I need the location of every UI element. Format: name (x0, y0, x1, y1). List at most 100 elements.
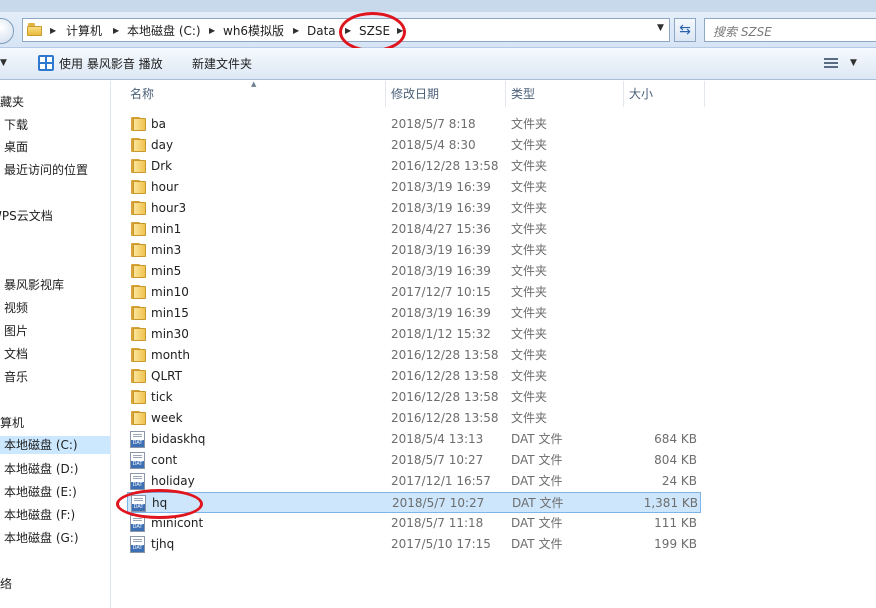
nav-item-downloads[interactable]: 下载 (4, 116, 28, 134)
breadcrumb-separator-icon[interactable]: ▶ (50, 23, 56, 39)
file-type: DAT 文件 (511, 516, 563, 530)
file-type: DAT 文件 (512, 496, 564, 510)
address-dropdown-icon[interactable]: ▼ (657, 23, 664, 33)
file-size (601, 284, 697, 301)
search-placeholder: 搜索 SZSE (713, 25, 772, 39)
file-size: 684 KB (654, 432, 697, 446)
column-divider[interactable] (704, 81, 705, 107)
file-type: DAT 文件 (511, 537, 563, 551)
nav-item-pictures[interactable]: 图片 (4, 322, 28, 340)
file-row[interactable]: week 2016/12/28 13:58 文件夹 (127, 408, 701, 429)
column-header-size[interactable]: 大小 (629, 81, 653, 107)
nav-item-drive-g[interactable]: 本地磁盘 (G:) (4, 529, 79, 547)
column-divider[interactable] (505, 81, 506, 107)
file-type: 文件夹 (511, 285, 548, 299)
file-row[interactable]: Drk 2016/12/28 13:58 文件夹 (127, 156, 701, 177)
breadcrumb-separator-icon[interactable]: ▶ (293, 23, 299, 39)
breadcrumb-separator-icon[interactable]: ▶ (209, 23, 215, 39)
organize-dropdown-icon[interactable]: ▼ (0, 58, 7, 68)
folder-icon (131, 264, 146, 278)
file-size (601, 179, 697, 196)
file-row[interactable]: DAT hq 2018/5/7 10:27 DAT 文件 1,381 KB (127, 492, 701, 513)
file-type: 文件夹 (511, 201, 548, 215)
window-top-strip (0, 0, 876, 12)
file-row[interactable]: month 2016/12/28 13:58 文件夹 (127, 345, 701, 366)
nav-item-videos[interactable]: 视频 (4, 299, 28, 317)
file-name: min3 (151, 243, 182, 257)
breadcrumb-computer[interactable]: 计算机 (66, 23, 102, 39)
file-row[interactable]: min15 2018/3/19 16:39 文件夹 (127, 303, 701, 324)
breadcrumb-separator-icon[interactable]: ▶ (113, 23, 119, 39)
column-header-type[interactable]: 类型 (511, 81, 535, 107)
refresh-icon: ⇆ (679, 22, 691, 38)
nav-item-drive-e[interactable]: 本地磁盘 (E:) (4, 483, 77, 501)
file-size (601, 221, 697, 238)
search-input[interactable]: 搜索 SZSE (704, 18, 876, 42)
file-row[interactable]: day 2018/5/4 8:30 文件夹 (127, 135, 701, 156)
nav-item-recent[interactable]: 最近访问的位置 (4, 161, 88, 179)
breadcrumb-data[interactable]: Data (307, 23, 336, 39)
folder-icon (131, 411, 146, 425)
breadcrumb-szse[interactable]: SZSE (359, 23, 390, 39)
new-folder-button[interactable]: 新建文件夹 (192, 56, 252, 72)
column-header-name[interactable]: 名称 (130, 81, 154, 107)
nav-item-drive-c[interactable]: 本地磁盘 (C:) (0, 436, 110, 454)
nav-item-drive-f[interactable]: 本地磁盘 (F:) (4, 506, 75, 524)
dat-icon-label: DAT (131, 461, 144, 468)
file-date: 2017/12/1 16:57 (391, 474, 491, 488)
column-header-date[interactable]: 修改日期 (391, 81, 439, 107)
breadcrumb-separator-icon[interactable]: ▶ (345, 23, 351, 39)
file-name: hour (151, 180, 179, 194)
file-date: 2018/3/19 16:39 (391, 264, 491, 278)
play-with-baofeng-button[interactable]: 使用 暴风影音 播放 (59, 56, 163, 72)
folder-icon (131, 117, 146, 131)
nav-item-music[interactable]: 音乐 (4, 368, 28, 386)
file-row[interactable]: DAT tjhq 2017/5/10 17:15 DAT 文件 199 KB (127, 534, 701, 555)
file-name: min1 (151, 222, 182, 236)
file-row[interactable]: min3 2018/3/19 16:39 文件夹 (127, 240, 701, 261)
file-date: 2018/5/7 8:18 (391, 117, 476, 131)
file-row[interactable]: DAT bidaskhq 2018/5/4 13:13 DAT 文件 684 KB (127, 429, 701, 450)
file-date: 2018/5/4 13:13 (391, 432, 484, 446)
file-row[interactable]: hour3 2018/3/19 16:39 文件夹 (127, 198, 701, 219)
nav-item-baofeng-library[interactable]: 暴风影视库 (4, 276, 64, 294)
nav-item-desktop[interactable]: 桌面 (4, 138, 28, 156)
nav-item-drive-d[interactable]: 本地磁盘 (D:) (4, 460, 78, 478)
view-options-icon[interactable] (824, 58, 838, 69)
file-date: 2017/12/7 10:15 (391, 285, 491, 299)
refresh-button[interactable]: ⇆ (674, 18, 696, 42)
column-divider[interactable] (385, 81, 386, 107)
nav-network[interactable]: 网络 (0, 575, 12, 593)
nav-computer[interactable]: 计算机 (0, 414, 24, 432)
file-row[interactable]: DAT holiday 2017/12/1 16:57 DAT 文件 24 KB (127, 471, 701, 492)
view-dropdown-icon[interactable]: ▼ (850, 58, 857, 68)
file-row[interactable]: ba 2018/5/7 8:18 文件夹 (127, 114, 701, 135)
file-row[interactable]: min1 2018/4/27 15:36 文件夹 (127, 219, 701, 240)
dat-icon-label: DAT (131, 482, 144, 489)
nav-favorites[interactable]: 收藏夹 (0, 93, 24, 111)
file-row[interactable]: min5 2018/3/19 16:39 文件夹 (127, 261, 701, 282)
address-bar[interactable]: ▶ 计算机 ▶ 本地磁盘 (C:) ▶ wh6模拟版 ▶ Data ▶ SZSE… (22, 18, 670, 42)
breadcrumb-separator-icon[interactable]: ▶ (397, 23, 403, 39)
file-row[interactable]: min10 2017/12/7 10:15 文件夹 (127, 282, 701, 303)
file-row[interactable]: tick 2016/12/28 13:58 文件夹 (127, 387, 701, 408)
file-row[interactable]: QLRT 2016/12/28 13:58 文件夹 (127, 366, 701, 387)
file-name: Drk (151, 159, 173, 173)
column-divider[interactable] (623, 81, 624, 107)
back-button[interactable] (0, 18, 14, 44)
file-type: DAT 文件 (511, 474, 563, 488)
breadcrumb-drive-c[interactable]: 本地磁盘 (C:) (127, 23, 201, 39)
file-type: 文件夹 (511, 306, 548, 320)
baofeng-player-icon[interactable] (38, 55, 54, 71)
file-name: QLRT (151, 369, 182, 383)
file-row[interactable]: hour 2018/3/19 16:39 文件夹 (127, 177, 701, 198)
nav-wps-cloud[interactable]: WPS云文档 (0, 207, 53, 225)
file-row[interactable]: min30 2018/1/12 15:32 文件夹 (127, 324, 701, 345)
folder-icon (131, 180, 146, 194)
breadcrumb-wh6[interactable]: wh6模拟版 (223, 23, 284, 39)
file-row[interactable]: DAT cont 2018/5/7 10:27 DAT 文件 804 KB (127, 450, 701, 471)
nav-item-documents[interactable]: 文档 (4, 345, 28, 363)
file-date: 2016/12/28 13:58 (391, 369, 499, 383)
dat-file-icon: DAT (130, 515, 145, 532)
file-row[interactable]: DAT minicont 2018/5/7 11:18 DAT 文件 111 KB (127, 513, 701, 534)
